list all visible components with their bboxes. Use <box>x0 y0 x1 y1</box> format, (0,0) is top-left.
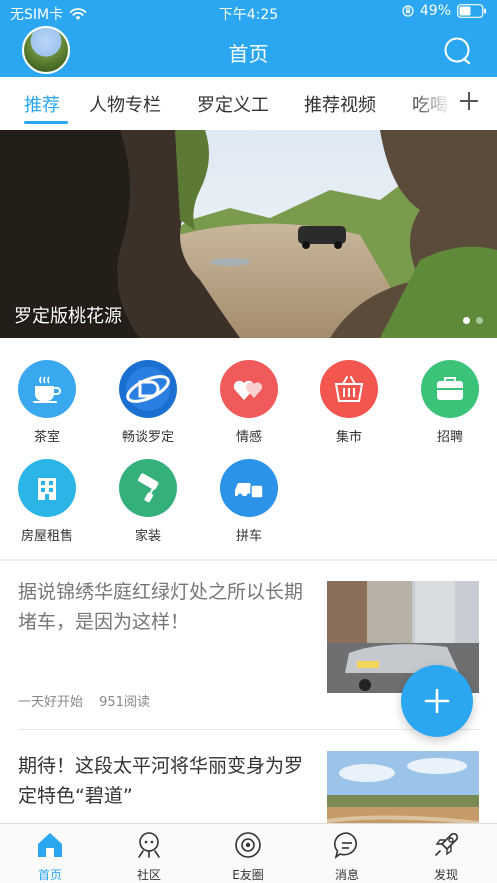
article-reads: 951阅读 <box>99 695 150 710</box>
building-icon <box>18 459 76 517</box>
top-nav: 首页 <box>0 26 497 77</box>
bottom-tab-bar: 首页 社区 E友圈 消息 发现 <box>0 823 497 883</box>
category-grid: 茶室 畅谈罗定 情感 集市 招聘 房屋租售 家装 拼车 <box>0 338 497 559</box>
category-label: 招聘 <box>436 430 463 445</box>
category-tea-room[interactable]: 茶室 <box>7 360 87 445</box>
category-carpool[interactable]: 拼车 <box>209 459 289 544</box>
bottom-tab-label: 发现 <box>433 868 458 882</box>
category-label: 房屋租售 <box>20 529 73 544</box>
article-item[interactable]: 期待！这段太平河将华丽变身为罗定特色“碧道” <box>0 729 497 823</box>
carpool-icon <box>220 459 278 517</box>
category-label: 集市 <box>335 430 362 445</box>
category-emotion[interactable]: 情感 <box>209 360 289 445</box>
tab-recommended-video[interactable]: 推荐视频 <box>304 91 376 117</box>
battery-percent: 49% <box>419 3 451 19</box>
tab-people-column[interactable]: 人物专栏 <box>89 91 161 117</box>
briefcase-icon <box>421 360 479 418</box>
bottom-tab-label: 社区 <box>136 868 161 882</box>
active-tab-indicator <box>24 121 68 124</box>
create-post-button[interactable] <box>401 665 473 737</box>
message-icon <box>333 832 357 859</box>
category-market[interactable]: 集市 <box>309 360 389 445</box>
bottom-tab-label: 首页 <box>37 868 62 882</box>
plus-icon <box>424 688 450 714</box>
home-icon <box>38 833 62 857</box>
bottom-tab-label: E友圈 <box>232 868 264 882</box>
bottom-tab-community[interactable]: 社区 <box>109 830 189 883</box>
carousel-dots <box>463 317 483 324</box>
category-jobs[interactable]: 招聘 <box>410 360 490 445</box>
category-label: 家装 <box>134 529 161 544</box>
search-icon[interactable] <box>443 36 473 66</box>
bottom-tab-home[interactable]: 首页 <box>10 830 90 883</box>
article-meta: 一天好开始 951阅读 <box>18 691 150 710</box>
add-channel-icon[interactable] <box>457 89 481 113</box>
app-header: 无SIM卡 下午4:25 49% 首页 <box>0 0 497 77</box>
banner-carousel[interactable]: 罗定版桃花源 <box>0 130 497 338</box>
hearts-icon <box>220 360 278 418</box>
camera-circle-icon <box>235 832 261 858</box>
basket-icon <box>320 360 378 418</box>
tea-cup-icon <box>18 360 76 418</box>
channel-tabs: 推荐 人物专栏 罗定义工 推荐视频 吃喝 <box>0 77 497 130</box>
article-thumbnail <box>327 751 479 823</box>
category-label: 畅谈罗定 <box>121 430 174 445</box>
category-chat-luoding[interactable]: 畅谈罗定 <box>108 360 188 445</box>
article-author: 一天好开始 <box>18 695 84 710</box>
status-right: 49% <box>402 3 487 19</box>
category-label: 情感 <box>235 430 262 445</box>
tab-volunteer[interactable]: 罗定义工 <box>197 91 269 117</box>
bottom-tab-messages[interactable]: 消息 <box>307 830 387 883</box>
orientation-lock-icon <box>402 5 414 17</box>
category-housing[interactable]: 房屋租售 <box>7 459 87 544</box>
carousel-dot <box>476 317 483 324</box>
community-icon <box>138 832 160 858</box>
chat-logo-icon <box>119 360 177 418</box>
page-title: 首页 <box>228 42 269 66</box>
banner-caption: 罗定版桃花源 <box>14 306 122 327</box>
article-title: 期待！这段太平河将华丽变身为罗定特色“碧道” <box>18 755 304 807</box>
category-home-decor[interactable]: 家装 <box>108 459 188 544</box>
article-title: 据说锦绣华庭红绿灯处之所以长期堵车，是因为这样！ <box>18 581 304 633</box>
bottom-tab-discover[interactable]: 发现 <box>406 830 486 883</box>
category-label: 茶室 <box>33 430 60 445</box>
category-label: 拼车 <box>235 529 262 544</box>
battery-icon <box>457 4 486 18</box>
rocket-icon <box>435 833 458 856</box>
bottom-tab-label: 消息 <box>334 868 359 882</box>
carousel-dot-active <box>463 317 470 324</box>
tab-recommend[interactable]: 推荐 <box>24 91 60 117</box>
status-bar: 无SIM卡 下午4:25 49% <box>0 0 497 26</box>
paint-roller-icon <box>119 459 177 517</box>
bottom-tab-e-friends[interactable]: E友圈 <box>208 830 288 883</box>
